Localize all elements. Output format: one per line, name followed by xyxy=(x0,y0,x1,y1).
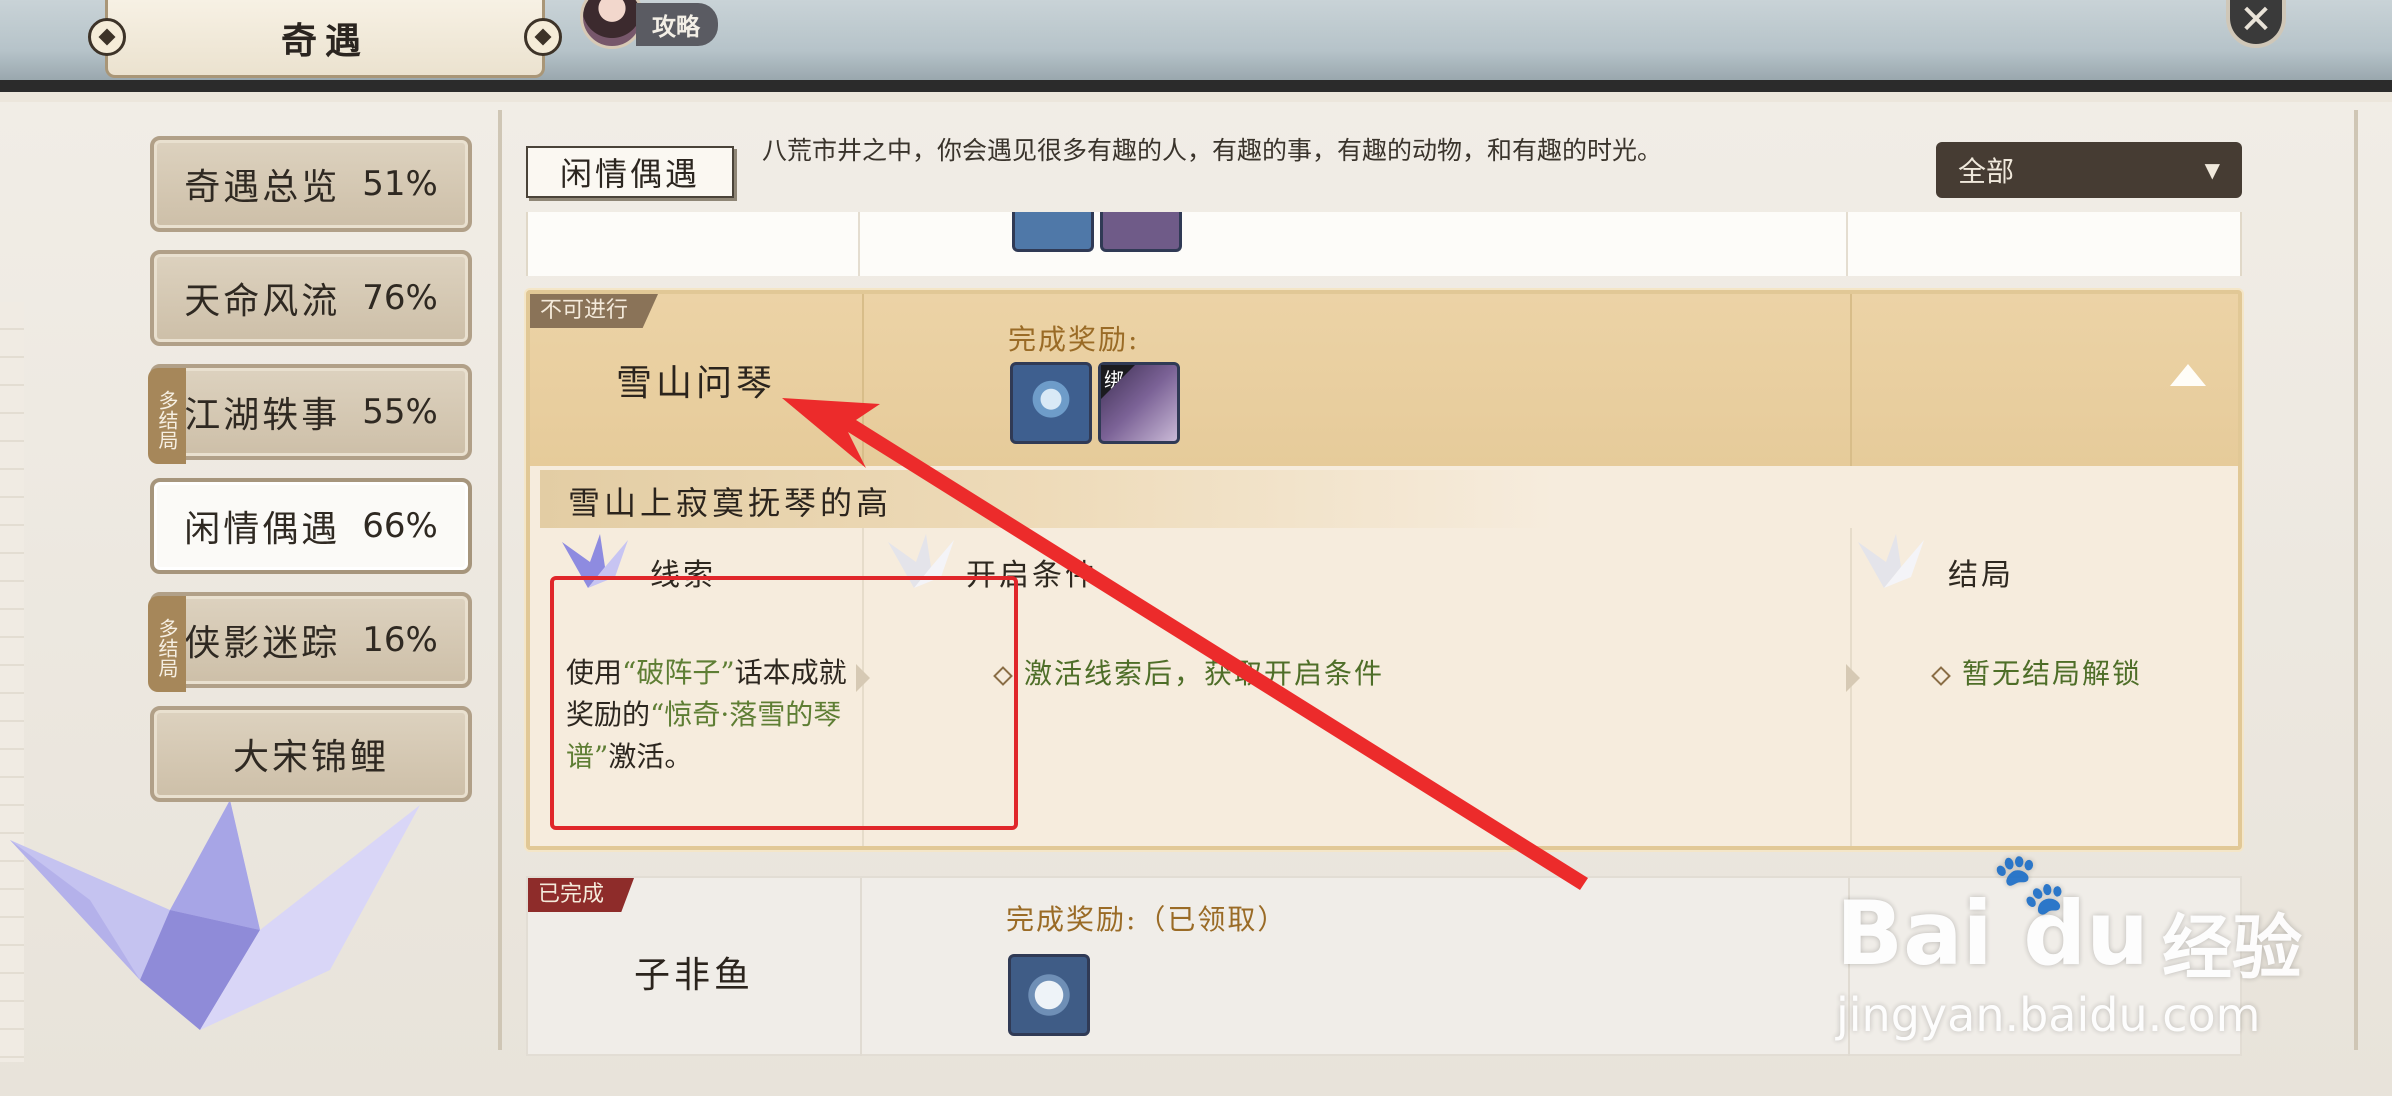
filter-dropdown[interactable]: 全部 ▼ xyxy=(1936,142,2242,198)
knot-ornament-icon xyxy=(524,18,562,56)
card-header[interactable]: 不可进行 雪山问琴 完成奖励: 绑 xyxy=(530,294,2238,466)
sidebar-item-label: 侠影迷踪 xyxy=(184,623,341,664)
encounter-title: 子非鱼 xyxy=(633,955,754,996)
reward-item-claimed-icon[interactable] xyxy=(1008,954,1090,1036)
sidebar-item-percent: 55% xyxy=(362,392,438,432)
reward-scroll-icon xyxy=(1100,212,1182,252)
knot-ornament-icon xyxy=(88,18,126,56)
previous-card[interactable] xyxy=(526,212,2242,276)
paw-icon: 🐾 xyxy=(1992,849,2067,919)
annotation-highlight-box xyxy=(550,576,1018,830)
encounter-title: 雪山问琴 xyxy=(615,363,776,404)
sidebar-item-label: 大宋锦鲤 xyxy=(232,737,389,778)
reward-item-icon xyxy=(1012,212,1094,252)
paper-crane-icon xyxy=(1858,534,1924,588)
category-title: 闲情偶遇 xyxy=(526,146,734,198)
encounter-subtitle: 雪山上寂寞抚琴的高 xyxy=(568,484,893,522)
sidebar-item-jianghu[interactable]: 多结局 江湖轶事 55% xyxy=(148,364,472,464)
sidebar-item-percent: 66% xyxy=(362,506,438,546)
sidebar-item-label: 天命风流 xyxy=(184,281,341,322)
encounter-subtitle-banner: 雪山上寂寞抚琴的高 xyxy=(540,470,2230,528)
ending-text: 暂无结局解锁 xyxy=(1934,652,2142,692)
sidebar-item-label: 江湖轶事 xyxy=(184,395,341,436)
watermark-url: jingyan.baidu.com xyxy=(1836,988,2261,1042)
sidebar-item-leisure[interactable]: 闲情偶遇 66% xyxy=(150,478,472,574)
status-badge: 不可进行 xyxy=(530,294,659,328)
guide-avatar xyxy=(580,0,644,49)
reward-item-icon[interactable] xyxy=(1010,362,1092,444)
collapse-arrow-icon[interactable] xyxy=(2170,364,2206,386)
guide-label: 攻略 xyxy=(636,2,718,46)
baidu-jingyan-watermark: Bai du 🐾 经验 jingyan.baidu.com xyxy=(1836,848,2356,1048)
title-tab: 奇遇 xyxy=(88,0,562,78)
separator-arrow-icon xyxy=(1846,664,1860,692)
condition-text: 激活线索后，获取开启条件 xyxy=(996,652,1384,692)
ending-header: 结局 xyxy=(1948,558,2014,593)
sidebar-item-destiny[interactable]: 天命风流 76% xyxy=(150,250,472,346)
category-description: 八荒市井之中，你会遇见很多有趣的人，有趣的事，有趣的动物，和有趣的时光。 xyxy=(762,136,1663,165)
guide-button[interactable]: 攻略 xyxy=(580,0,720,49)
bound-tag: 绑 xyxy=(1101,365,1135,399)
sidebar-item-percent: 51% xyxy=(362,164,438,204)
filter-selected-value: 全部 xyxy=(1958,155,2015,188)
paper-crane-decoration-icon xyxy=(10,800,420,1030)
multi-ending-badge: 多结局 xyxy=(148,368,186,464)
caret-down-icon: ▼ xyxy=(2204,158,2220,182)
sidebar-item-label: 奇遇总览 xyxy=(184,167,341,208)
category-name: 闲情偶遇 xyxy=(559,155,700,193)
reward-label: 完成奖励:（已领取） xyxy=(1006,903,1288,936)
close-icon[interactable]: ✕ xyxy=(2226,0,2286,48)
watermark-cn: 经验 xyxy=(2162,906,2302,989)
reward-label: 完成奖励: xyxy=(1008,323,1140,356)
top-bar: 奇遇 攻略 ✕ xyxy=(0,0,2392,92)
sidebar-item-percent: 76% xyxy=(362,278,438,318)
sidebar-item-koi[interactable]: 大宋锦鲤 xyxy=(150,706,472,802)
reward-scroll-icon[interactable]: 绑 xyxy=(1098,362,1180,444)
sidebar-item-label: 闲情偶遇 xyxy=(184,509,341,550)
status-badge: 已完成 xyxy=(528,878,635,912)
page-title: 奇遇 xyxy=(280,19,369,62)
sidebar-item-shadow[interactable]: 多结局 侠影迷踪 16% xyxy=(148,592,472,692)
sidebar-item-percent: 16% xyxy=(362,620,438,660)
multi-ending-badge: 多结局 xyxy=(148,596,186,692)
sidebar-item-overview[interactable]: 奇遇总览 51% xyxy=(150,136,472,232)
